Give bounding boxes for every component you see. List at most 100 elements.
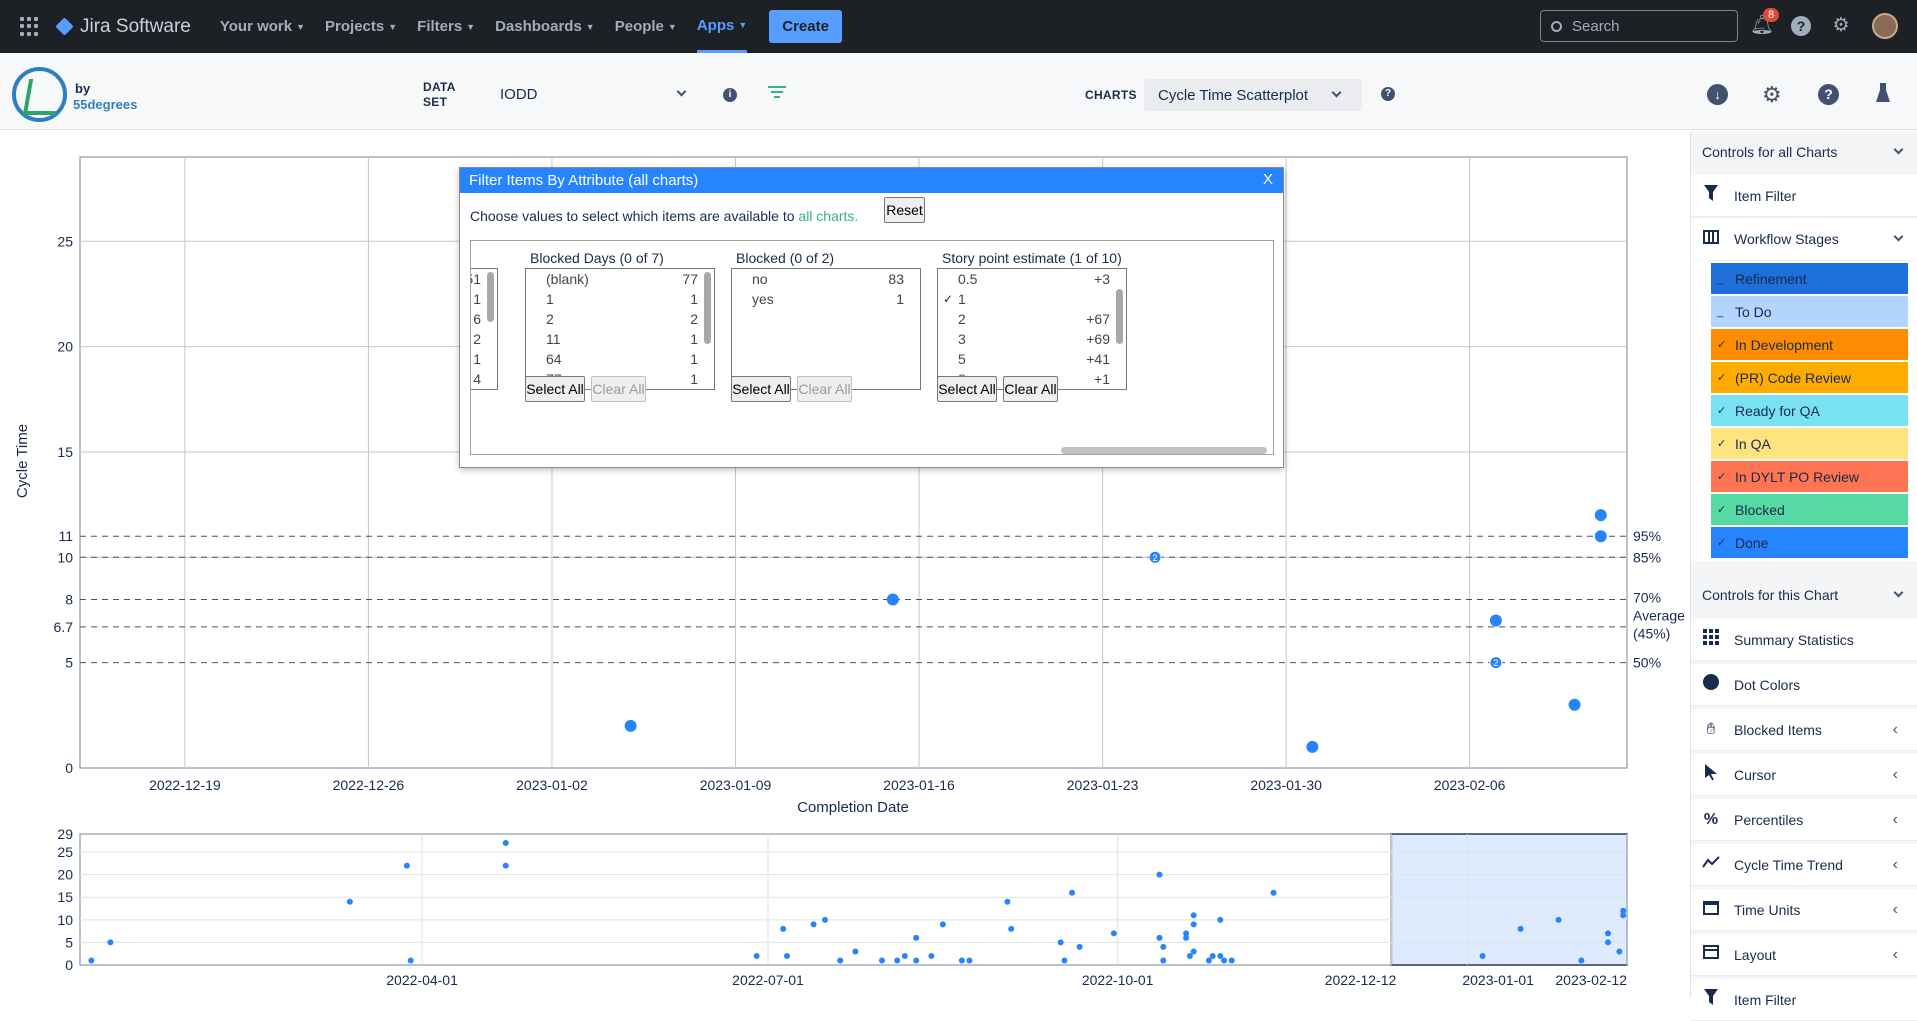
download-icon[interactable]: ↓ <box>1707 84 1728 105</box>
list-item-key: 3 <box>958 331 966 347</box>
overview-selection-brush[interactable] <box>1390 833 1628 966</box>
all-charts-link[interactable]: all charts. <box>798 208 858 224</box>
data-point[interactable] <box>1306 740 1319 753</box>
nav-projects[interactable]: Projects ▼ <box>325 18 397 35</box>
close-icon[interactable]: X <box>1263 171 1273 188</box>
help-icon[interactable]: ? <box>1818 84 1839 105</box>
workflow-stage-to-do[interactable]: _ To Do <box>1711 296 1908 328</box>
list-item[interactable]: no 83 <box>732 269 920 289</box>
app-switcher-icon[interactable] <box>20 16 40 37</box>
data-point[interactable] <box>886 593 899 606</box>
workflow-stage-blocked[interactable]: ✓ Blocked <box>1711 494 1908 526</box>
chart-control-time-units[interactable]: Time Units ‹ <box>1691 889 1917 931</box>
overview-data-point <box>1156 871 1163 878</box>
workflow-stage-ready-for-qa[interactable]: ✓ Ready for QA <box>1711 395 1908 427</box>
nav-apps[interactable]: Apps ▼ <box>696 0 748 53</box>
list-item[interactable]: 2 +67 <box>938 309 1126 329</box>
nav-your-work[interactable]: Your work ▼ <box>220 18 305 35</box>
workflow-stage-in-development[interactable]: ✓ In Development <box>1711 329 1908 361</box>
chart-control-cursor[interactable]: Cursor ‹ <box>1691 754 1917 796</box>
settings-icon[interactable]: ⚙ <box>1762 82 1782 108</box>
chart-control-blocked-items[interactable]: ✋︎ Blocked Items ‹ <box>1691 709 1917 751</box>
overview-data-point <box>913 934 920 941</box>
filter-icon[interactable] <box>768 85 786 104</box>
chart-control-dot-colors[interactable]: Dot Colors <box>1691 664 1917 706</box>
vertical-scrollbar[interactable] <box>1116 289 1123 344</box>
select-all-button[interactable]: Select All <box>525 376 585 402</box>
chevron-left-icon: ‹ <box>1892 810 1898 828</box>
chart-control-percentiles[interactable]: % Percentiles ‹ <box>1691 799 1917 841</box>
data-point[interactable] <box>1489 614 1502 627</box>
list-item[interactable]: 22 <box>526 309 714 329</box>
list-item[interactable]: 11 1 <box>526 329 714 349</box>
attribute-listbox[interactable]: no 83 yes 1 <box>731 268 921 390</box>
settings-gear-icon[interactable]: ⚙ <box>1830 15 1852 37</box>
help-icon[interactable]: ? <box>1790 15 1812 37</box>
item-filter-control[interactable]: Item Filter <box>1691 175 1917 217</box>
vertical-scrollbar[interactable] <box>704 272 711 344</box>
flask-icon[interactable] <box>1876 82 1890 109</box>
data-point[interactable] <box>1594 509 1607 522</box>
search-input[interactable]: Search <box>1540 10 1738 42</box>
list-item[interactable]: 0.5 +3 <box>938 269 1126 289</box>
nav-dashboards[interactable]: Dashboards ▼ <box>495 18 595 35</box>
workflow-stages-control[interactable]: Workflow Stages <box>1691 218 1917 260</box>
list-item-count: 1 <box>690 371 698 387</box>
attribute-listbox[interactable]: (blank)771122111641771 <box>525 268 715 390</box>
clear-all-button[interactable]: Clear All <box>1003 376 1058 402</box>
partial-attribute-listbox[interactable]: 51 1 6 2 1 4 <box>471 268 498 390</box>
select-all-button[interactable]: Select All <box>731 376 791 402</box>
attribute-listbox[interactable]: 0.5+3✓12+673+695+418+1 <box>937 268 1127 390</box>
workflow-stage-refinement[interactable]: _ Refinement <box>1711 263 1908 295</box>
list-item-count: +3 <box>1094 271 1110 287</box>
vertical-scrollbar[interactable] <box>487 272 494 322</box>
list-item[interactable]: yes 1 <box>732 289 920 309</box>
section-this-chart[interactable]: Controls for this Chart <box>1691 574 1917 616</box>
list-item[interactable]: 11 <box>526 289 714 309</box>
list-item[interactable]: 2 <box>471 329 497 349</box>
workflow-stage-in-qa[interactable]: ✓ In QA <box>1711 428 1908 460</box>
dataset-select[interactable]: IODD <box>500 78 690 110</box>
chart-control-summary-statistics[interactable]: Summary Statistics <box>1691 619 1917 661</box>
chart-type-select[interactable]: Cycle Time Scatterplot <box>1144 79 1362 111</box>
list-item[interactable]: 64 1 <box>526 349 714 369</box>
overview-data-point <box>1616 948 1623 955</box>
overview-data-point <box>1604 939 1611 946</box>
overview-data-point <box>913 957 920 964</box>
search-icon <box>1551 20 1562 32</box>
horizontal-scrollbar[interactable] <box>1061 447 1267 454</box>
chart-control-item-filter[interactable]: Item Filter <box>1691 979 1917 1021</box>
create-button[interactable]: Create <box>769 10 842 43</box>
reset-button[interactable]: Reset <box>884 197 925 223</box>
overview-data-point <box>1517 925 1524 932</box>
list-item[interactable]: (blank) 77 <box>526 269 714 289</box>
workflow-stage-in-dylt-po-review[interactable]: ✓ In DYLT PO Review <box>1711 461 1908 493</box>
nav-people[interactable]: People ▼ <box>615 18 677 35</box>
user-avatar[interactable] <box>1872 13 1898 39</box>
list-item[interactable]: 4 <box>471 369 497 389</box>
chevron-down-icon <box>1893 144 1904 155</box>
list-item-count: 51 <box>471 271 481 287</box>
nav-filters[interactable]: Filters ▼ <box>417 18 475 35</box>
section-all-charts[interactable]: Controls for all Charts <box>1691 131 1917 173</box>
list-item[interactable]: ✓ 1 <box>938 289 1126 309</box>
chevron-down-icon: ▼ <box>585 21 595 32</box>
chart-control-cycle-time-trend[interactable]: Cycle Time Trend ‹ <box>1691 844 1917 886</box>
info-icon[interactable]: i <box>723 88 737 102</box>
workflow-stage-pr-code-review[interactable]: ✓ (PR) Code Review <box>1711 362 1908 394</box>
workflow-stage-done[interactable]: ✓ Done <box>1711 527 1908 559</box>
list-item[interactable]: 1 <box>471 349 497 369</box>
select-all-button[interactable]: Select All <box>937 376 997 402</box>
data-point[interactable] <box>624 719 637 732</box>
data-point[interactable] <box>1594 530 1607 543</box>
overview-data-point <box>1221 957 1228 964</box>
jira-logo[interactable]: Jira Software <box>55 16 191 38</box>
workflow-stage-list: _ Refinement _ To Do ✓ In Development ✓ (PR) Co… <box>1691 261 1917 561</box>
chart-help-icon[interactable]: ? <box>1381 87 1395 101</box>
chart-control-layout[interactable]: Layout ‹ <box>1691 934 1917 976</box>
list-item[interactable]: 5 +41 <box>938 349 1126 369</box>
overview-data-point <box>1228 957 1235 964</box>
stage-label: Done <box>1735 534 1769 551</box>
data-point[interactable] <box>1568 698 1581 711</box>
list-item[interactable]: 3 +69 <box>938 329 1126 349</box>
